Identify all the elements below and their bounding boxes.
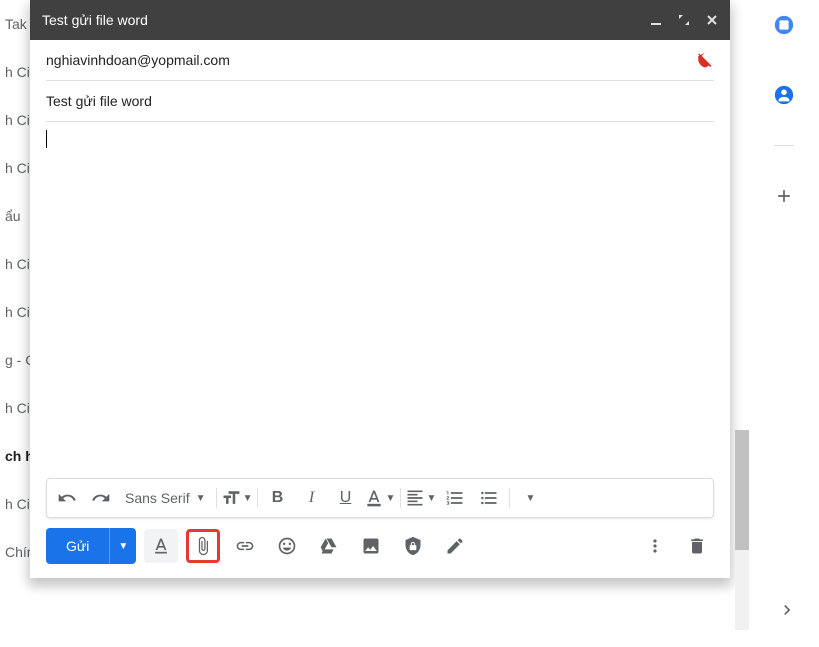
compose-title: Test gửi file word: [42, 12, 650, 28]
text-color-icon[interactable]: ▼: [364, 482, 396, 514]
bulleted-list-icon[interactable]: [473, 482, 505, 514]
side-panel: [759, 0, 809, 216]
attach-file-icon[interactable]: [186, 529, 220, 563]
window-controls: [650, 14, 718, 26]
formatting-options-icon[interactable]: [144, 529, 178, 563]
insert-signature-icon[interactable]: [438, 529, 472, 563]
bold-icon[interactable]: B: [262, 482, 294, 514]
send-options-dropdown[interactable]: ▼: [110, 528, 136, 564]
calendar-icon[interactable]: [764, 5, 804, 45]
underline-icon[interactable]: U: [330, 482, 362, 514]
send-row: Gửi ▼: [30, 518, 730, 578]
send-label[interactable]: Gửi: [46, 528, 110, 564]
font-name: Sans Serif: [125, 490, 190, 506]
numbered-list-icon[interactable]: [439, 482, 471, 514]
chevron-down-icon: ▼: [243, 493, 253, 504]
align-icon[interactable]: ▼: [405, 482, 437, 514]
more-formatting-icon[interactable]: ▼: [514, 482, 546, 514]
separator: [257, 488, 258, 508]
subject-field[interactable]: Test gửi file word: [46, 81, 714, 122]
fullscreen-icon[interactable]: [678, 14, 690, 26]
text-cursor: [46, 130, 47, 148]
italic-icon[interactable]: I: [296, 482, 328, 514]
compose-window: Test gửi file word nghiavinhdoan@yopmail…: [30, 0, 730, 578]
add-addon-icon[interactable]: [764, 176, 804, 216]
more-options-icon[interactable]: [638, 529, 672, 563]
chevron-down-icon: ▼: [526, 493, 536, 504]
insert-photo-icon[interactable]: [354, 529, 388, 563]
confidential-mode-icon[interactable]: [396, 529, 430, 563]
divider: [774, 145, 794, 146]
chevron-down-icon: ▼: [427, 493, 437, 504]
message-body[interactable]: [30, 122, 730, 472]
separator: [216, 488, 217, 508]
insert-drive-icon[interactable]: [312, 529, 346, 563]
chevron-down-icon: ▼: [386, 493, 396, 504]
font-family-selector[interactable]: Sans Serif ▼: [119, 490, 212, 506]
undo-icon[interactable]: [51, 482, 83, 514]
redo-icon[interactable]: [85, 482, 117, 514]
compose-titlebar[interactable]: Test gửi file word: [30, 0, 730, 40]
close-icon[interactable]: [706, 14, 718, 26]
separator: [509, 488, 510, 508]
discard-draft-icon[interactable]: [680, 529, 714, 563]
recipients-field[interactable]: nghiavinhdoan@yopmail.com: [46, 40, 714, 81]
minimize-icon[interactable]: [650, 14, 662, 26]
chevron-down-icon: ▼: [196, 493, 206, 504]
font-size-icon[interactable]: ▼: [221, 482, 253, 514]
subject-text: Test gửi file word: [46, 93, 152, 109]
contacts-icon[interactable]: [764, 75, 804, 115]
recipient-chip[interactable]: nghiavinhdoan@yopmail.com: [46, 52, 230, 68]
formatting-toolbar: Sans Serif ▼ ▼ B I U ▼ ▼ ▼: [46, 478, 714, 518]
send-button[interactable]: Gửi ▼: [46, 528, 136, 564]
scrollbar-thumb[interactable]: [735, 430, 749, 550]
insert-link-icon[interactable]: [228, 529, 262, 563]
insert-emoji-icon[interactable]: [270, 529, 304, 563]
expand-side-panel-icon[interactable]: [777, 600, 797, 620]
tls-off-icon[interactable]: [696, 51, 714, 69]
separator: [400, 488, 401, 508]
